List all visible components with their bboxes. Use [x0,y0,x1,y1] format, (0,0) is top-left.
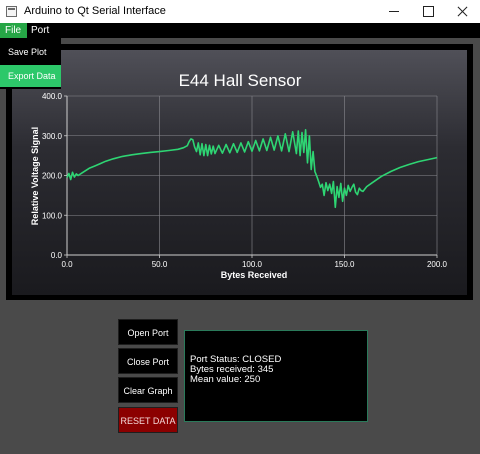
y-axis-label: Relative Voltage Signal [30,127,40,225]
tick-label-y: 0.0 [51,251,63,260]
chart-title: E44 Hall Sensor [179,71,302,90]
tick-label-y: 300.0 [42,132,63,141]
tick-label-x: 100.0 [242,260,263,269]
x-axis-label: Bytes Received [221,270,288,280]
mean-value-text: Mean value: 250 [190,374,261,385]
tick-label-x: 150.0 [334,260,355,269]
tick-label-x: 50.0 [152,260,168,269]
tick-label-y: 100.0 [42,211,63,220]
file-menu-dropdown: Save Plot Export Data [0,38,61,89]
menu-item-save-plot[interactable]: Save Plot [0,40,61,64]
tick-label-x: 0.0 [61,260,73,269]
menu-file[interactable]: File [0,23,27,38]
tick-label-y: 200.0 [42,172,63,181]
title-bar: Arduino to Qt Serial Interface [0,0,480,23]
sensor-chart: E44 Hall Sensor 0.0 50.0 100.0 150.0 200.00.… [30,71,448,280]
tick-label-y: 400.0 [42,92,63,101]
close-icon[interactable] [445,0,479,23]
maximize-icon[interactable] [411,0,445,23]
close-port-button[interactable]: Close Port [118,348,178,374]
tick-label-x: 200.0 [427,260,448,269]
clear-graph-button[interactable]: Clear Graph [118,377,178,403]
chart-ticks: 0.0 50.0 100.0 150.0 200.0 0.0 100.0 200.0 300.0… [42,92,448,269]
menu-bar: File Port [0,23,480,38]
reset-data-button[interactable]: RESET DATA [118,407,178,433]
menu-item-export-data[interactable]: Export Data [0,65,61,87]
menu-port[interactable]: Port [31,23,49,38]
minimize-icon[interactable] [377,0,411,23]
open-port-button[interactable]: Open Port [118,319,178,345]
app-window-icon [6,6,17,17]
window-title: Arduino to Qt Serial Interface [24,5,166,17]
status-panel: Port Status: CLOSED Bytes received: 345 … [184,330,368,422]
